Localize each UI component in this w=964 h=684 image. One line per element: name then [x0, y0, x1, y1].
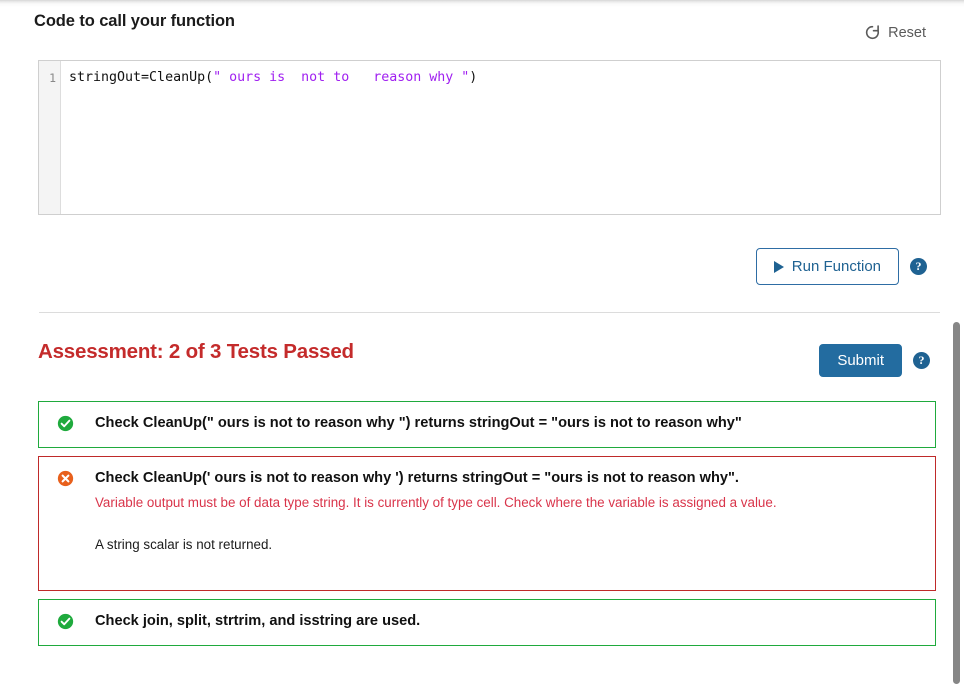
assessment-page: Code to call your function Reset 1 strin… — [0, 0, 964, 684]
submit-button-label: Submit — [837, 352, 884, 369]
test-result-label: Check CleanUp(' ours is not to reason wh… — [95, 470, 739, 486]
vertical-scrollbar-track[interactable] — [949, 0, 964, 684]
test-result-text-row: Check CleanUp(" ours is not to reason wh… — [51, 411, 923, 436]
code-token-call: stringOut=CleanUp( — [69, 70, 214, 85]
test-result-item: Check CleanUp(' ours is not to reason wh… — [38, 456, 936, 591]
refresh-icon — [864, 24, 881, 41]
sticky-header-shadow — [0, 0, 964, 7]
test-results-list: Check CleanUp(" ours is not to reason wh… — [38, 401, 936, 654]
reset-button-label: Reset — [888, 24, 926, 41]
reset-button[interactable]: Reset — [860, 22, 930, 43]
editor-gutter: 1 — [39, 61, 61, 214]
test-result-item: Check join, split, strtrim, and isstring… — [38, 599, 936, 646]
check-circle-icon — [57, 415, 74, 432]
section-divider — [39, 312, 940, 313]
test-error-message: Variable output must be of data type str… — [95, 495, 777, 510]
submit-help-icon[interactable]: ? — [913, 352, 930, 369]
line-number: 1 — [49, 71, 56, 85]
test-result-item: Check CleanUp(" ours is not to reason wh… — [38, 401, 936, 448]
assessment-title: Assessment: 2 of 3 Tests Passed — [38, 340, 354, 363]
test-result-label: Check join, split, strtrim, and isstring… — [95, 613, 421, 629]
error-circle-icon — [57, 470, 74, 487]
code-editor[interactable]: 1 stringOut=CleanUp(" ours is not to rea… — [38, 60, 941, 215]
run-action-row: Run Function ? — [38, 248, 941, 288]
test-error-note: A string scalar is not returned. — [95, 537, 273, 552]
code-token-close-paren: ) — [469, 70, 478, 85]
test-result-text-row: Check join, split, strtrim, and isstring… — [51, 609, 923, 634]
code-text-area[interactable]: stringOut=CleanUp(" ours is not to reaso… — [61, 61, 940, 214]
play-icon — [773, 260, 784, 273]
run-function-label: Run Function — [791, 258, 881, 275]
test-result-text-row: Check CleanUp(' ours is not to reason wh… — [51, 466, 923, 491]
assessment-header: Assessment: 2 of 3 Tests Passed Submit ? — [0, 336, 944, 384]
run-function-help-icon[interactable]: ? — [910, 258, 927, 275]
vertical-scrollbar-thumb[interactable] — [953, 322, 960, 684]
submit-button[interactable]: Submit — [819, 344, 902, 377]
check-circle-icon — [57, 613, 74, 630]
page-title: Code to call your function — [34, 12, 235, 30]
code-section-header: Code to call your function Reset — [0, 8, 944, 48]
code-token-string: " ours is not to reason why " — [213, 70, 470, 85]
run-function-button[interactable]: Run Function — [755, 248, 899, 285]
test-result-label: Check CleanUp(" ours is not to reason wh… — [95, 415, 742, 431]
